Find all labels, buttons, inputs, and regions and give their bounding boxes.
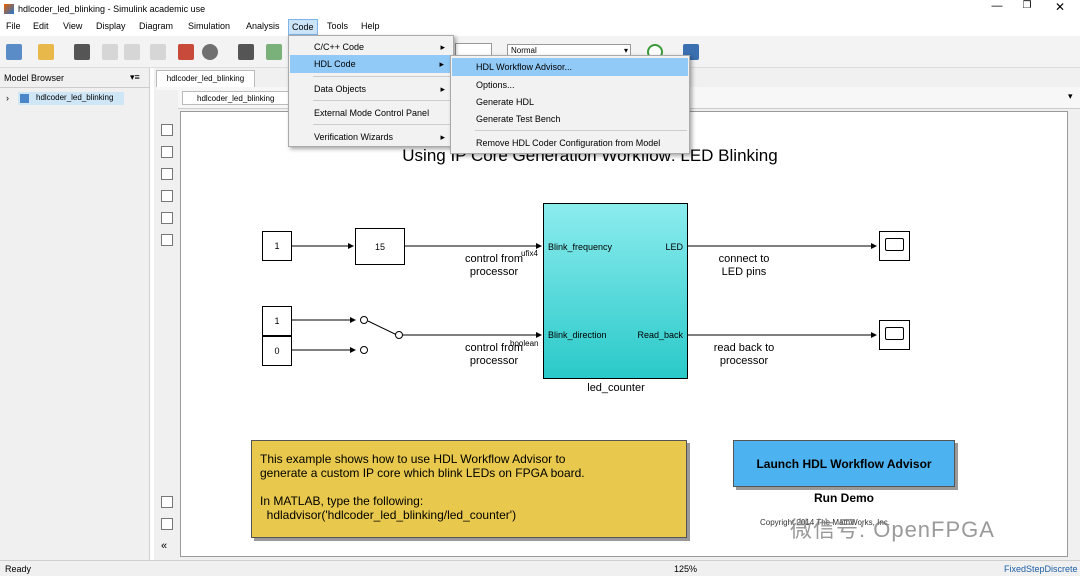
annotation-line: LED pins [721, 266, 767, 278]
annotation-read-back: read back to processor [694, 342, 794, 368]
gain-block[interactable]: 15 [355, 228, 405, 265]
note-line [260, 480, 678, 494]
constant-block[interactable]: 1 [262, 231, 292, 261]
status-bar: Ready 125% FixedStepDiscrete [0, 560, 1080, 576]
note-line: In MATLAB, type the following: [260, 494, 424, 508]
scope-icon [885, 327, 904, 340]
port-blink-frequency: Blink_frequency [548, 242, 613, 252]
scope-icon [885, 238, 904, 251]
constant-block[interactable]: 1 [262, 306, 292, 336]
annotation-line: connect to [718, 253, 770, 265]
annotation-line: processor [469, 355, 519, 367]
code-menu-hdl[interactable]: HDL Code ▸ [290, 55, 452, 73]
run-demo-label: Run Demo [814, 491, 874, 505]
annotation-led-pins: connect to LED pins [694, 253, 794, 279]
menu-item-label: Verification Wizards [314, 132, 394, 142]
code-menu-external-mode[interactable]: External Mode Control Panel [289, 104, 453, 122]
code-menu-data-objects[interactable]: Data Objects ▸ [289, 80, 453, 98]
generate-hdl-item[interactable]: Generate HDL [451, 93, 689, 111]
annotation-line: read back to [713, 342, 775, 354]
remove-hdl-config-item[interactable]: Remove HDL Coder Configuration from Mode… [451, 134, 689, 152]
led-counter-subsystem[interactable]: Blink_frequency Blink_direction LED Read… [543, 203, 688, 379]
menu-divider [475, 130, 687, 131]
code-menu-cpp[interactable]: C/C++ Code ▸ [289, 38, 453, 56]
annotation-line: processor [719, 355, 769, 367]
note-line: generate a custom IP core which blink LE… [260, 466, 585, 480]
menu-divider [313, 124, 451, 125]
scope-block[interactable] [879, 231, 910, 261]
annotation-line: processor [469, 266, 519, 278]
watermark: 微信号: OpenFPGA [790, 517, 995, 542]
solver-link[interactable]: FixedStepDiscrete [1004, 564, 1078, 574]
note-line: hdladvisor('hdlcoder_led_blinking/led_co… [260, 508, 517, 522]
generate-test-bench-item[interactable]: Generate Test Bench [451, 110, 689, 128]
hdl-options-item[interactable]: Options... [451, 76, 689, 94]
annotation-control: control from processor [444, 253, 544, 279]
scope-block[interactable] [879, 320, 910, 350]
annotation-line: control from [464, 253, 524, 265]
info-note: This example shows how to use HDL Workfl… [251, 440, 687, 538]
code-menu-verification-wizards[interactable]: Verification Wizards ▸ [289, 128, 453, 146]
hdl-workflow-advisor-item[interactable]: HDL Workflow Advisor... [452, 58, 688, 76]
menu-item-label: C/C++ Code [314, 42, 365, 52]
menu-item-label: External Mode Control Panel [314, 108, 430, 118]
launch-hdl-workflow-advisor-button[interactable]: Launch HDL Workflow Advisor [733, 440, 955, 487]
subsystem-name: led_counter [587, 382, 645, 394]
hdl-code-submenu: HDL Workflow Advisor... Options... Gener… [450, 55, 690, 154]
port-led: LED [665, 242, 683, 252]
chevron-right-icon: ▸ [440, 42, 445, 52]
zoom-level: 125% [674, 564, 698, 574]
annotation-line: control from [464, 342, 524, 354]
port-read-back: Read_back [637, 330, 683, 340]
menu-item-label: Data Objects [314, 84, 367, 94]
menu-item-label: HDL Code [314, 59, 356, 69]
note-line: This example shows how to use HDL Workfl… [260, 452, 566, 466]
chevron-right-icon: ▸ [440, 132, 445, 142]
constant-block[interactable]: 0 [262, 336, 292, 366]
chevron-right-icon: ▸ [439, 59, 444, 69]
port-blink-direction: Blink_direction [548, 330, 607, 340]
annotation-control: control from processor [444, 342, 544, 368]
status-text: Ready [5, 564, 32, 574]
menu-divider [313, 100, 451, 101]
menu-divider [313, 76, 451, 77]
code-menu-dropdown: C/C++ Code ▸ HDL Code ▸ Data Objects ▸ Exte… [288, 35, 454, 147]
chevron-right-icon: ▸ [440, 84, 445, 94]
